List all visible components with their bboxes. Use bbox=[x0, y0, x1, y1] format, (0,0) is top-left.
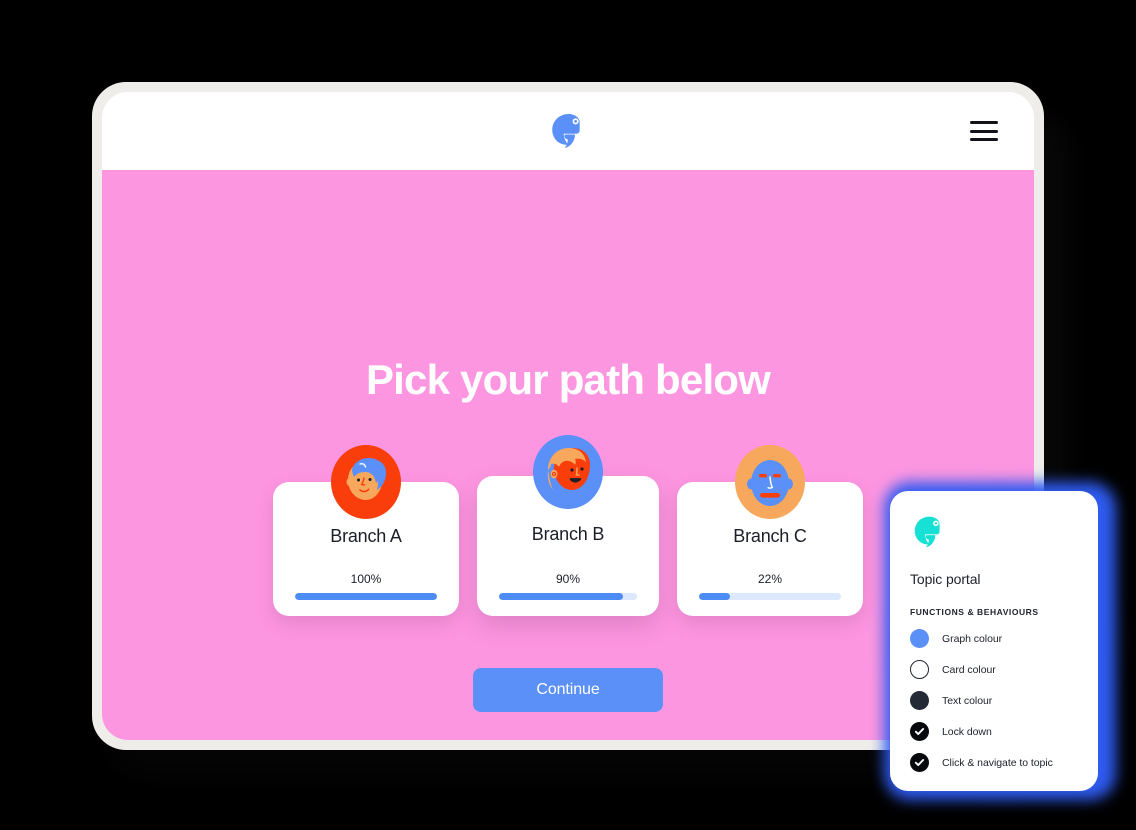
check-circle-icon[interactable] bbox=[910, 722, 929, 741]
hamburger-bar bbox=[970, 129, 998, 133]
avatar-face-c bbox=[734, 444, 806, 520]
progress-fill bbox=[295, 593, 437, 600]
continue-button[interactable]: Continue bbox=[473, 668, 663, 712]
color-swatch-blue-icon[interactable] bbox=[910, 629, 929, 648]
progress-track bbox=[699, 593, 841, 600]
branch-progress: 100% bbox=[295, 572, 437, 600]
app-header bbox=[102, 92, 1034, 170]
avatar-face-a bbox=[330, 444, 402, 520]
chameleon-logo-icon bbox=[910, 513, 1078, 551]
screenshot-stage: Pick your path below Branch A 100% Branc… bbox=[0, 0, 1136, 830]
progress-fill bbox=[699, 593, 731, 600]
panel-row-graph-colour[interactable]: Graph colour bbox=[910, 629, 1078, 648]
chameleon-logo-icon[interactable] bbox=[547, 110, 589, 152]
progress-track bbox=[499, 593, 637, 600]
branch-progress: 22% bbox=[699, 572, 841, 600]
check-circle-icon[interactable] bbox=[910, 753, 929, 772]
panel-row-click-navigate[interactable]: Click & navigate to topic bbox=[910, 753, 1078, 772]
panel-row-label: Lock down bbox=[942, 725, 992, 738]
page-title: Pick your path below bbox=[365, 356, 771, 403]
branch-name: Branch C bbox=[733, 526, 807, 546]
panel-row-label: Click & navigate to topic bbox=[942, 756, 1053, 769]
panel-row-label: Card colour bbox=[942, 663, 996, 676]
panel-section-title: FUNCTIONS & BEHAVIOURS bbox=[910, 607, 1039, 617]
panel-option-list: Graph colour Card colour Text colour Loc… bbox=[910, 629, 1078, 772]
panel-row-lock-down[interactable]: Lock down bbox=[910, 722, 1078, 741]
panel-row-label: Text colour bbox=[942, 694, 993, 707]
hamburger-menu-icon[interactable] bbox=[970, 121, 998, 141]
panel-row-text-colour[interactable]: Text colour bbox=[910, 691, 1078, 710]
branch-name: Branch A bbox=[330, 526, 402, 546]
panel-row-card-colour[interactable]: Card colour bbox=[910, 660, 1078, 679]
avatar-face-b bbox=[532, 434, 604, 510]
branch-card-c[interactable]: Branch C 22% bbox=[677, 445, 863, 616]
topic-portal-panel: Topic portal FUNCTIONS & BEHAVIOURS Grap… bbox=[890, 491, 1098, 791]
branch-progress: 90% bbox=[499, 572, 637, 600]
progress-label: 100% bbox=[350, 572, 382, 586]
branch-name: Branch B bbox=[531, 524, 605, 544]
panel-title: Topic portal bbox=[910, 571, 981, 587]
progress-label: 22% bbox=[757, 572, 783, 586]
progress-fill bbox=[499, 593, 624, 600]
panel-row-label: Graph colour bbox=[942, 632, 1003, 645]
hamburger-bar bbox=[970, 138, 998, 141]
progress-track bbox=[295, 593, 437, 600]
branch-card-a[interactable]: Branch A 100% bbox=[273, 445, 459, 616]
branch-card-b[interactable]: Branch B 90% bbox=[477, 435, 659, 616]
color-swatch-dark-icon[interactable] bbox=[910, 691, 929, 710]
hamburger-bar bbox=[970, 121, 998, 124]
progress-label: 90% bbox=[555, 572, 581, 586]
color-swatch-white-icon[interactable] bbox=[910, 660, 929, 679]
